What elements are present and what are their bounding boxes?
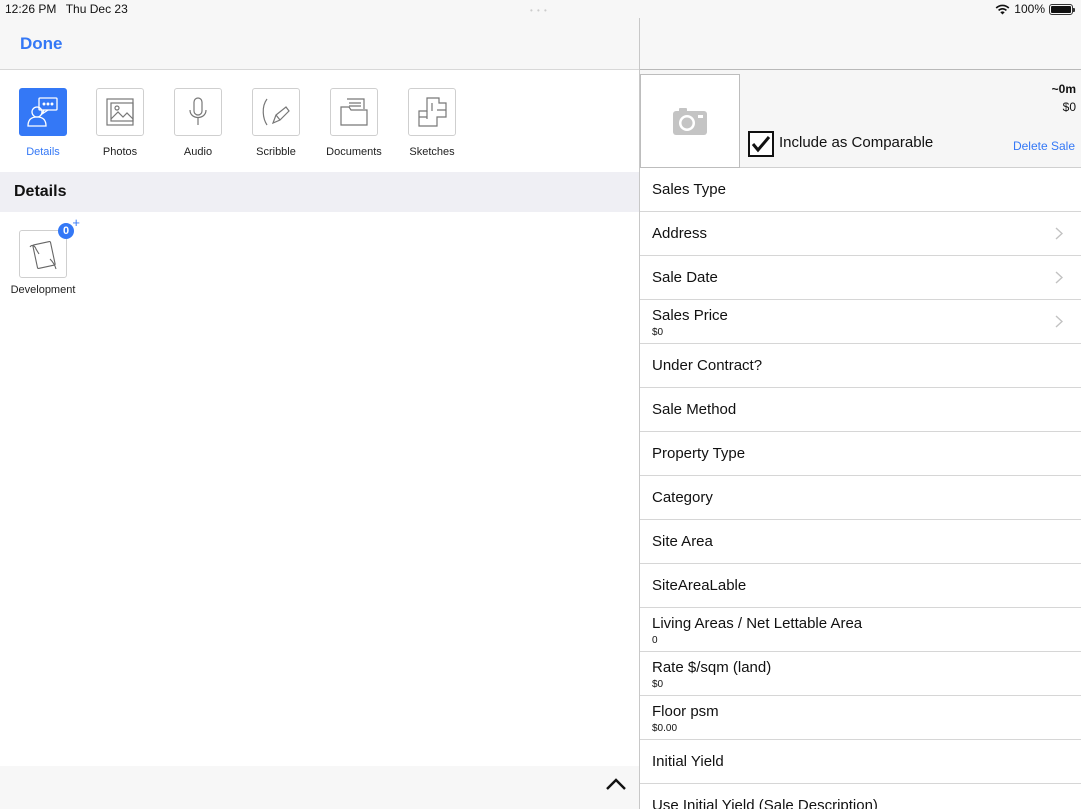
row-title: SiteAreaLable bbox=[652, 577, 747, 594]
chevron-right-icon bbox=[1055, 227, 1063, 240]
row-title: Sales Type bbox=[652, 181, 726, 198]
battery-icon bbox=[1049, 3, 1075, 15]
time-text: ~0m bbox=[1051, 82, 1076, 96]
section-header: Details bbox=[0, 172, 639, 212]
tool-label: Sketches bbox=[409, 146, 455, 158]
row-title: Under Contract? bbox=[652, 357, 763, 374]
row-title: Living Areas / Net Lettable Area bbox=[652, 615, 863, 632]
row-site-area-label[interactable]: SiteAreaLable bbox=[640, 564, 1081, 608]
row-title: Address bbox=[652, 225, 708, 242]
tool-audio[interactable]: Audio bbox=[163, 88, 233, 158]
tool-details[interactable]: Details bbox=[8, 88, 78, 158]
row-title: Use Initial Yield (Sale Description) bbox=[652, 797, 878, 809]
row-floor-psm[interactable]: Floor psm $0.00 bbox=[640, 696, 1081, 740]
row-title: Sale Date bbox=[652, 269, 718, 286]
row-title: Site Area bbox=[652, 533, 713, 550]
tablet-hand-icon: 0 + bbox=[19, 215, 80, 278]
tool-scribble[interactable]: Scribble bbox=[241, 88, 311, 158]
chevron-right-icon bbox=[1055, 271, 1063, 284]
tool-sketches[interactable]: Sketches bbox=[397, 88, 467, 158]
row-address[interactable]: Address bbox=[640, 212, 1081, 256]
row-category[interactable]: Category bbox=[640, 476, 1081, 520]
row-sales-price[interactable]: Sales Price $0 bbox=[640, 300, 1081, 344]
floorplan-icon bbox=[408, 88, 456, 136]
row-sale-date[interactable]: Sale Date bbox=[640, 256, 1081, 300]
row-sale-method[interactable]: Sale Method bbox=[640, 388, 1081, 432]
row-initial-yield[interactable]: Initial Yield bbox=[640, 740, 1081, 784]
price-text: $0 bbox=[1062, 100, 1076, 114]
chevron-right-icon bbox=[1055, 315, 1063, 328]
row-living-areas[interactable]: Living Areas / Net Lettable Area 0 bbox=[640, 608, 1081, 652]
row-site-area[interactable]: Site Area bbox=[640, 520, 1081, 564]
wifi-icon bbox=[995, 4, 1010, 14]
row-use-initial-yield[interactable]: Use Initial Yield (Sale Description) bbox=[640, 784, 1081, 809]
tool-label: Documents bbox=[326, 146, 382, 158]
left-pane: Done Details Photos Audio Scribble Docum… bbox=[0, 18, 639, 809]
pen-icon bbox=[252, 88, 300, 136]
battery-percent: 100% bbox=[1014, 2, 1045, 16]
tool-label: Audio bbox=[183, 146, 213, 158]
photos-icon bbox=[96, 88, 144, 136]
delete-sale-button[interactable]: Delete Sale bbox=[1013, 139, 1075, 153]
row-title: Rate $/sqm (land) bbox=[652, 659, 772, 676]
chevron-up-icon[interactable] bbox=[605, 776, 627, 792]
camera-icon bbox=[673, 108, 707, 135]
sale-header: Include as Comparable ~0m $0 Delete Sale bbox=[640, 70, 1081, 168]
section-title: Details bbox=[14, 183, 67, 200]
row-title: Property Type bbox=[652, 445, 746, 462]
row-value: $0 bbox=[652, 679, 664, 690]
bottom-bar bbox=[0, 766, 639, 809]
row-value: 0 bbox=[652, 635, 658, 646]
row-title: Sales Price bbox=[652, 307, 728, 324]
microphone-icon bbox=[174, 88, 222, 136]
include-comparable-label: Include as Comparable bbox=[779, 134, 934, 151]
multitasking-dots-icon[interactable]: • • • bbox=[530, 6, 550, 15]
right-nav-bar bbox=[640, 18, 1081, 70]
status-time: 12:26 PM bbox=[5, 2, 57, 16]
detail-item-development[interactable]: 0 + Development bbox=[8, 215, 80, 296]
checkmark-icon bbox=[751, 136, 771, 153]
folder-icon bbox=[330, 88, 378, 136]
sale-photo[interactable] bbox=[640, 74, 740, 168]
row-value: $0.00 bbox=[652, 723, 678, 734]
tool-documents[interactable]: Documents bbox=[319, 88, 389, 158]
tool-label: Details bbox=[26, 146, 60, 158]
tool-bar: Details Photos Audio Scribble Documents … bbox=[0, 70, 639, 172]
row-title: Initial Yield bbox=[652, 753, 724, 770]
row-title: Floor psm bbox=[652, 703, 719, 720]
row-under-contract[interactable]: Under Contract? bbox=[640, 344, 1081, 388]
row-title: Category bbox=[652, 489, 713, 506]
include-comparable-checkbox[interactable] bbox=[748, 131, 774, 157]
tool-label: Scribble bbox=[256, 146, 296, 158]
done-button[interactable]: Done bbox=[20, 34, 63, 54]
details-chat-icon bbox=[19, 88, 67, 136]
row-rate-sqm-land[interactable]: Rate $/sqm (land) $0 bbox=[640, 652, 1081, 696]
row-title: Sale Method bbox=[652, 401, 737, 418]
row-property-type[interactable]: Property Type bbox=[640, 432, 1081, 476]
item-label: Development bbox=[10, 284, 76, 296]
right-pane: Include as Comparable ~0m $0 Delete Sale… bbox=[640, 18, 1081, 809]
tool-label: Photos bbox=[102, 146, 138, 158]
status-date: Thu Dec 23 bbox=[65, 2, 128, 16]
left-nav-bar: Done bbox=[0, 18, 639, 70]
status-bar: 12:26 PM Thu Dec 23 • • • 100% bbox=[0, 0, 1081, 18]
row-sales-type[interactable]: Sales Type bbox=[640, 168, 1081, 212]
row-value: $0 bbox=[652, 327, 664, 338]
tool-photos[interactable]: Photos bbox=[85, 88, 155, 158]
field-list: Sales Type Address Sale Date Sales Price… bbox=[640, 168, 1081, 809]
plus-icon[interactable]: + bbox=[72, 215, 80, 230]
